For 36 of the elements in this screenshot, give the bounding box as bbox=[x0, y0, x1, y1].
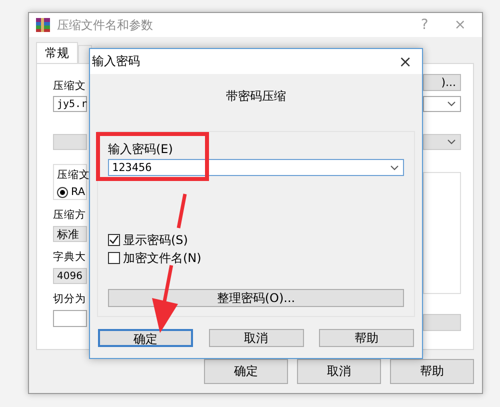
organize-button[interactable]: 整理密码(O)... bbox=[108, 289, 404, 307]
archive-stack-icon bbox=[35, 17, 51, 33]
dialog-button[interactable]: 确定 bbox=[204, 359, 288, 384]
browse-button[interactable]: )... bbox=[423, 74, 461, 91]
field-label: 压缩方 bbox=[53, 208, 87, 222]
chevron-icon bbox=[447, 101, 456, 107]
password-field[interactable]: 123456 bbox=[108, 159, 404, 176]
checkbox-label: 显示密码(S) bbox=[123, 233, 188, 247]
dropdown[interactable] bbox=[423, 134, 461, 150]
checkbox-label: 加密文件名(N) bbox=[123, 251, 202, 265]
chevron-icon bbox=[390, 164, 399, 170]
field-label: 切分为 bbox=[53, 292, 87, 306]
dialog-button[interactable]: 取消 bbox=[297, 359, 381, 384]
field-label: 字典大 bbox=[53, 250, 87, 264]
dialog-button[interactable]: 帮助 bbox=[319, 329, 414, 347]
checkbox[interactable] bbox=[108, 252, 120, 264]
chevron-icon bbox=[447, 139, 456, 145]
tab[interactable]: 常规 bbox=[36, 42, 78, 63]
field-label: 压缩文 bbox=[53, 79, 87, 93]
dialog-heading: 带密码压缩 bbox=[225, 88, 287, 105]
dialog-button[interactable]: 帮助 bbox=[390, 359, 474, 384]
dropdown[interactable] bbox=[423, 314, 461, 331]
split-field[interactable] bbox=[53, 310, 87, 327]
dialog-title: 输入密码 bbox=[92, 53, 140, 70]
field-label: 输入密码(E) bbox=[108, 142, 174, 156]
radio-button[interactable] bbox=[57, 186, 68, 198]
dictionary-dropdown[interactable]: 4096 bbox=[53, 268, 87, 284]
checkbox[interactable] bbox=[108, 234, 120, 246]
method-dropdown[interactable]: 标准 bbox=[53, 226, 87, 242]
dialog-button[interactable]: 取消 bbox=[208, 329, 304, 347]
close-icon[interactable]: × bbox=[388, 52, 422, 71]
window-title: 压缩文件名和参数 bbox=[57, 16, 154, 34]
dialog-button[interactable]: 确定 bbox=[98, 329, 193, 347]
dropdown[interactable] bbox=[423, 96, 461, 112]
archive-name-field[interactable]: jy5.r bbox=[53, 96, 87, 112]
radio-label: RA bbox=[71, 185, 86, 199]
